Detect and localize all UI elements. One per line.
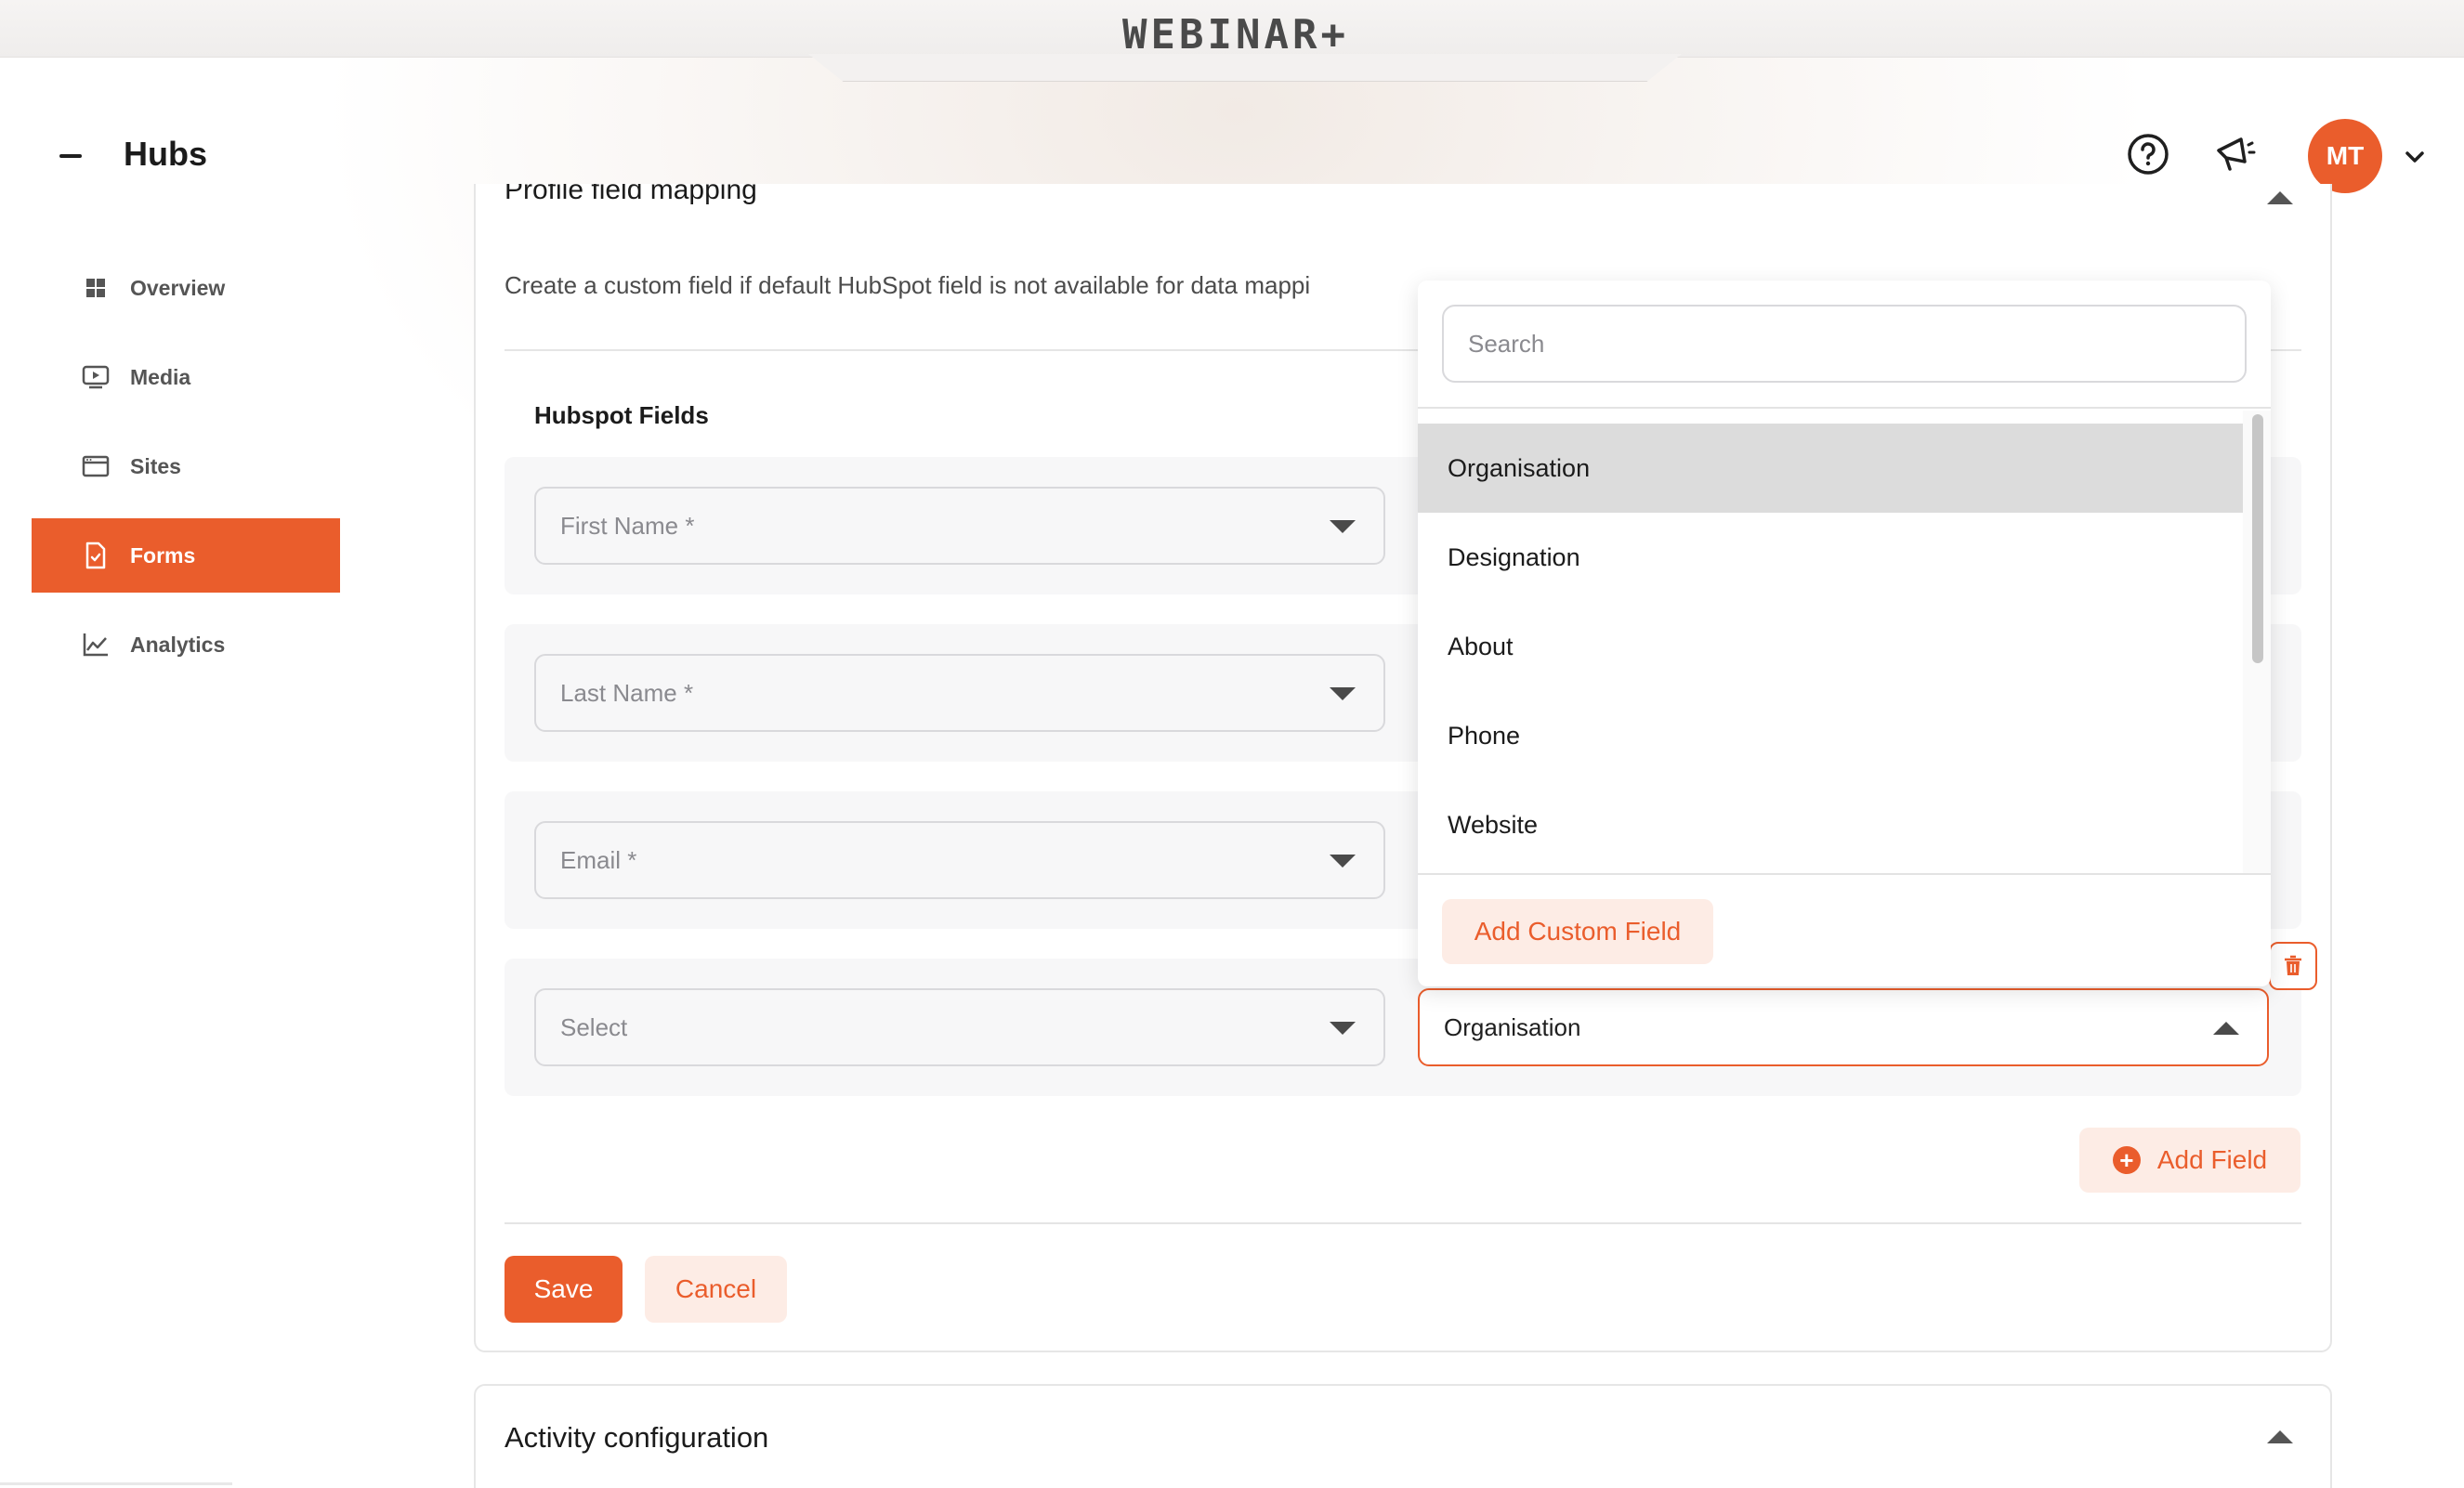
play-screen-icon: [82, 363, 110, 391]
hubspot-field-select[interactable]: First Name *: [534, 487, 1385, 565]
hubspot-fields-label: Hubspot Fields: [534, 401, 709, 429]
sidebar-collapse-button[interactable]: [56, 139, 84, 171]
search-placeholder: Search: [1468, 329, 1545, 358]
user-avatar[interactable]: MT: [2308, 119, 2382, 193]
expand-section-icon[interactable]: [2267, 1430, 2293, 1443]
page-title: Hubs: [124, 135, 207, 173]
select-placeholder: First Name *: [560, 511, 695, 540]
sidebar-item-analytics[interactable]: Analytics: [32, 607, 340, 682]
announcement-icon[interactable]: [2211, 130, 2260, 178]
hubspot-field-select[interactable]: Select: [534, 988, 1385, 1066]
sidebar-item-label: Analytics: [130, 632, 226, 657]
activity-config-title: Activity configuration: [505, 1421, 769, 1454]
dropdown-option[interactable]: Organisation: [1418, 424, 2243, 513]
sidebar-item-overview[interactable]: Overview: [32, 251, 340, 325]
divider: [505, 1222, 2301, 1224]
section-description: Create a custom field if default HubSpot…: [505, 271, 1311, 299]
dropdown-divider: [1418, 873, 2271, 875]
select-value: Organisation: [1444, 1012, 1581, 1041]
sidebar-item-sites[interactable]: Sites: [32, 429, 340, 503]
hubspot-field-select[interactable]: Last Name *: [534, 654, 1385, 732]
brand-logo: WEBINAR+: [1122, 11, 1349, 59]
dropdown-option[interactable]: Phone: [1418, 691, 2243, 780]
cancel-button[interactable]: Cancel: [645, 1256, 787, 1323]
caret-up-icon: [2213, 1022, 2239, 1035]
caret-down-icon: [1330, 687, 1356, 700]
dropdown-option[interactable]: Website: [1418, 780, 2243, 869]
dropdown-option[interactable]: About: [1418, 602, 2243, 691]
dropdown-search-input[interactable]: Search: [1442, 305, 2247, 383]
divider: [0, 1482, 232, 1485]
add-field-label: Add Field: [2156, 1145, 2268, 1174]
select-placeholder: Email *: [560, 845, 637, 874]
sidebar-item-label: Forms: [130, 542, 196, 568]
profile-field-select[interactable]: Organisation: [1418, 988, 2269, 1066]
sidebar-item-forms[interactable]: Forms: [32, 518, 340, 593]
help-icon[interactable]: [2124, 130, 2172, 178]
sidebar-item-label: Media: [130, 364, 191, 389]
select-placeholder: Last Name *: [560, 678, 694, 707]
save-button[interactable]: Save: [505, 1256, 623, 1323]
select-placeholder: Select: [560, 1012, 628, 1041]
collapse-section-icon[interactable]: [2267, 191, 2293, 204]
dropdown-divider: [1418, 407, 2271, 409]
add-custom-field-button[interactable]: Add Custom Field: [1442, 899, 1713, 964]
card-title-clip: Profile field mapping: [474, 184, 2332, 221]
form-check-icon: [82, 542, 110, 569]
chevron-down-icon[interactable]: [2402, 144, 2428, 170]
trash-icon: [2285, 955, 2301, 975]
sidebar-item-media[interactable]: Media: [32, 340, 340, 414]
delete-row-button[interactable]: [2269, 942, 2317, 990]
sidebar-item-label: Overview: [130, 275, 226, 300]
sidebar-item-label: Sites: [130, 453, 181, 478]
hubspot-field-select[interactable]: Email *: [534, 821, 1385, 899]
line-chart-icon: [82, 631, 110, 659]
grid-icon: [82, 274, 110, 302]
caret-down-icon: [1330, 1022, 1356, 1035]
add-field-button[interactable]: + Add Field: [2079, 1128, 2300, 1193]
caret-down-icon: [1330, 855, 1356, 868]
dropdown-option[interactable]: Designation: [1418, 513, 2243, 602]
caret-down-icon: [1330, 520, 1356, 533]
card-title: Profile field mapping: [505, 184, 757, 205]
browser-window-icon: [82, 452, 110, 480]
dropdown-scrollbar-thumb[interactable]: [2252, 414, 2263, 663]
plus-circle-icon: +: [2112, 1146, 2141, 1174]
